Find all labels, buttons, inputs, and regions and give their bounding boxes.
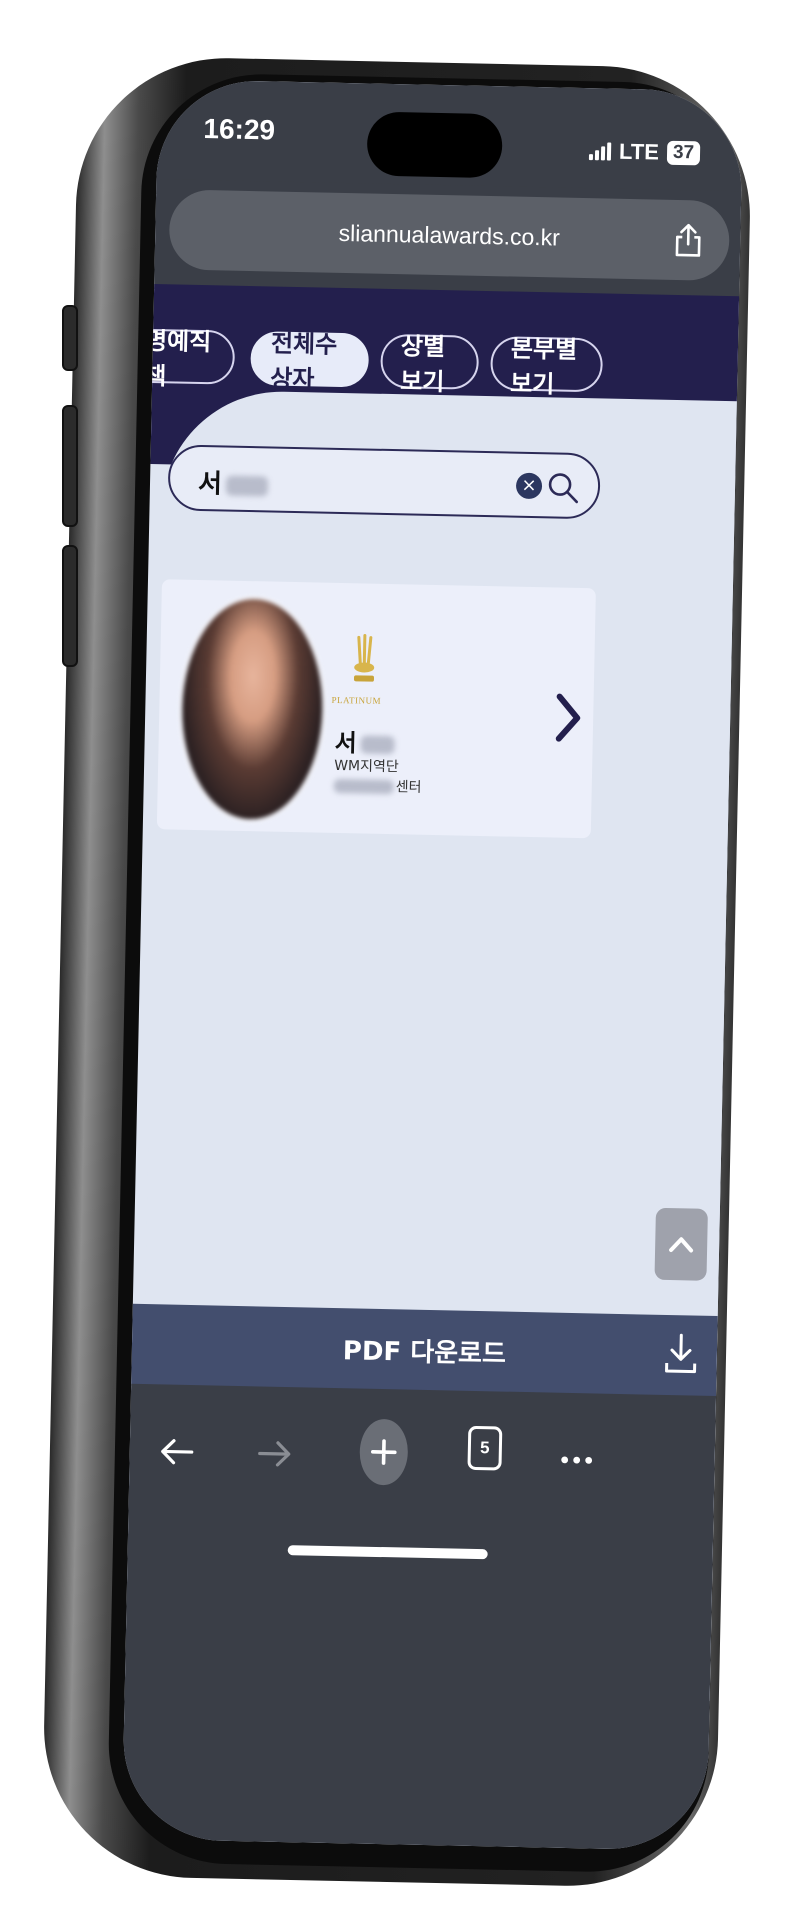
tab-by-division[interactable]: 본부별보기 [490,335,604,398]
redacted-text [360,735,395,755]
network-label: LTE [618,138,660,165]
more-button[interactable] [549,1433,604,1488]
badge-label: PLATINUM [331,694,382,706]
arrow-right-icon [258,1441,291,1467]
browser-bottom-toolbar: 5 [121,1383,717,1851]
signal-icon [588,142,612,161]
plus-icon [370,1439,397,1465]
action-button [62,305,78,371]
status-indicators: LTE 37 [588,138,701,166]
search-icon[interactable] [546,470,581,505]
clear-icon[interactable]: × [515,472,543,500]
phone-screen: 16:29 LTE 37 sliannualawards.co.kr 명예직책 … [121,79,744,1851]
tabs-button[interactable]: 5 [467,1425,503,1471]
new-tab-button[interactable] [359,1418,409,1486]
arrow-left-icon [161,1439,194,1465]
tab-by-award[interactable]: 상별보기 [380,332,480,396]
battery-icon: 37 [666,140,701,166]
avatar [176,594,328,824]
winner-center: 센터 [333,775,422,797]
more-dots-icon [561,1456,593,1464]
tab-all-winners[interactable]: 전체수상자 [250,329,370,393]
status-time: 16:29 [203,113,276,146]
back-button[interactable] [149,1424,204,1479]
home-indicator [287,1545,488,1560]
pdf-download-bar[interactable]: PDF 다운로드 [131,1303,718,1399]
redacted-text [225,475,269,496]
dynamic-island [366,111,503,179]
download-icon[interactable] [662,1331,699,1376]
winner-name: 서 [334,723,395,759]
winner-division: WM지역단 [333,757,399,776]
chevron-right-icon[interactable] [553,692,584,743]
url-text: sliannualawards.co.kr [338,219,561,251]
search-input[interactable]: 서 × [167,444,601,520]
chevron-up-icon [669,1237,694,1253]
pdf-download-label: PDF 다운로드 [342,1336,507,1370]
volume-down-button [62,545,78,667]
browser-toolbar: sliannualawards.co.kr [154,179,742,302]
redacted-text [333,778,394,795]
share-icon[interactable] [673,222,704,259]
forward-button[interactable] [247,1426,302,1481]
address-bar[interactable]: sliannualawards.co.kr [168,189,731,282]
search-value: 서 [198,463,269,501]
winner-card[interactable]: PLATINUM 서 WM지역단 센터 [156,579,596,839]
volume-up-button [62,405,78,527]
scroll-top-button[interactable] [654,1207,708,1281]
trophy-icon [353,634,375,682]
